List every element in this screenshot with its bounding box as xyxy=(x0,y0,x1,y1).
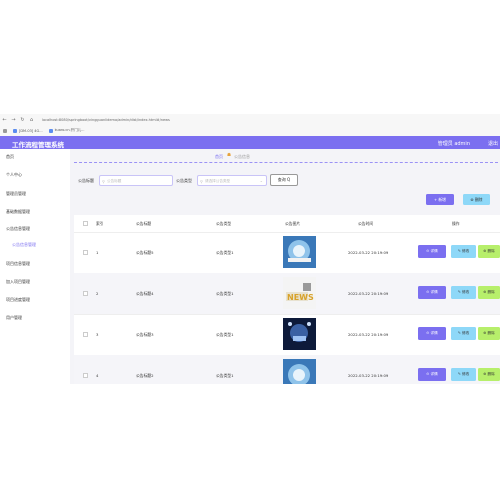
row-index: 3 xyxy=(96,332,99,337)
column-header: 公告时间 xyxy=(358,221,374,226)
add-button[interactable]: + 新增 xyxy=(426,194,454,205)
delete-button[interactable]: ⊗ 删除 xyxy=(478,327,500,340)
search-icon: ⚲ xyxy=(200,178,203,184)
sidebar-item-profile[interactable]: 个人中心 xyxy=(6,172,22,178)
row-time: 2022-03-22 20:19:09 xyxy=(348,373,389,378)
row-time: 2022-03-22 20:19:09 xyxy=(348,250,389,255)
breadcrumb-home[interactable]: 首页 xyxy=(215,154,223,160)
row-checkbox[interactable] xyxy=(83,250,88,255)
bulk-delete-button[interactable]: ⊗ 删除 xyxy=(463,194,490,205)
row-time: 2022-03-22 20:19:09 xyxy=(348,332,389,337)
delete-button[interactable]: ⊗ 删除 xyxy=(478,368,500,381)
delete-button[interactable]: ⊗ 删除 xyxy=(478,286,500,299)
logout-link[interactable]: 退出 xyxy=(488,140,498,147)
column-header: 公告类型 xyxy=(216,221,232,226)
row-title: 公告标题2 xyxy=(136,373,154,378)
row-type: 公告类型1 xyxy=(216,332,234,337)
search-icon: ⚲ xyxy=(102,178,105,184)
row-title: 公告标题4 xyxy=(136,291,154,296)
title-search-input[interactable]: ⚲ 公告标题 xyxy=(99,175,173,186)
reload-icon[interactable]: ↻ xyxy=(18,117,27,123)
sidebar: 首页 个人中心 管理员管理 基础数据管理 公告信息管理 公告信息管理 项目信息管… xyxy=(0,149,70,384)
row-index: 2 xyxy=(96,291,99,296)
admin-name: 管理员 admin xyxy=(437,141,470,147)
row-index: 1 xyxy=(96,250,99,255)
table-row: 2 公告标题4 公告类型1 NEWS 2022-03-22 20:19:09 ⊙… xyxy=(74,273,500,315)
column-header: 操作 xyxy=(452,221,460,226)
query-button[interactable]: 查询 Q xyxy=(270,174,298,186)
edit-button[interactable]: ✎ 修改 xyxy=(451,327,476,340)
apps-icon[interactable] xyxy=(3,128,7,133)
forward-icon[interactable]: → xyxy=(9,117,18,123)
row-type: 公告类型1 xyxy=(216,373,234,378)
row-index: 4 xyxy=(96,373,99,378)
breadcrumb-separator-icon: ☗ xyxy=(227,153,232,158)
table-header: 索引 公告标题 公告类型 公告图片 公告时间 操作 xyxy=(74,215,500,233)
sidebar-item-notices[interactable]: 公告信息管理 xyxy=(6,226,30,232)
notice-image xyxy=(283,236,316,268)
sidebar-item-home[interactable]: 首页 xyxy=(6,154,14,160)
breadcrumb-current: 公告信息 xyxy=(234,154,250,159)
detail-button[interactable]: ⊙ 详情 xyxy=(418,286,446,299)
row-time: 2022-03-22 20:19:09 xyxy=(348,291,389,296)
edit-button[interactable]: ✎ 修改 xyxy=(451,286,476,299)
detail-button[interactable]: ⊙ 详情 xyxy=(418,368,446,381)
sidebar-item-projects[interactable]: 项目信息管理 xyxy=(6,261,30,267)
breadcrumb-divider xyxy=(74,162,498,163)
table-row: 1 公告标题5 公告类型1 2022-03-22 20:19:09 ⊙ 详情 ✎… xyxy=(74,232,500,274)
row-title: 公告标题3 xyxy=(136,332,154,337)
top-bar: 工作流程管理系统 管理员 admin 退出 xyxy=(0,136,500,149)
browser-chrome: ← → ↻ ⌂ localhost:8080/springboot/vinggu… xyxy=(0,114,500,137)
home-icon[interactable]: ⌂ xyxy=(27,117,36,123)
back-icon[interactable]: ← xyxy=(0,117,9,123)
notice-image: NEWS xyxy=(283,277,316,309)
svg-text:NEWS: NEWS xyxy=(287,293,314,302)
edit-button[interactable]: ✎ 修改 xyxy=(451,245,476,258)
column-header: 公告图片 xyxy=(285,221,301,226)
url-bar[interactable]: localhost:8080/springboot/vingguanlidemo… xyxy=(42,118,170,122)
bookmarks-bar: [DM-03] 4G... kuaro.cn.开门儿... xyxy=(0,126,500,135)
row-title: 公告标题5 xyxy=(136,250,154,255)
row-checkbox[interactable] xyxy=(83,373,88,378)
detail-button[interactable]: ⊙ 详情 xyxy=(418,327,446,340)
sidebar-item-basic-data[interactable]: 基础数据管理 xyxy=(6,209,30,215)
system-title: 工作流程管理系统 xyxy=(12,141,64,149)
row-checkbox[interactable] xyxy=(83,332,88,337)
column-header: 索引 xyxy=(96,221,104,226)
table-row: 3 公告标题3 公告类型1 2022-03-22 20:19:09 ⊙ 详情 ✎… xyxy=(74,314,500,356)
app-window: 工作流程管理系统 管理员 admin 退出 首页 个人中心 管理员管理 基础数据… xyxy=(0,136,500,384)
bookmark-item[interactable]: [DM-03] 4G... xyxy=(13,128,43,133)
detail-button[interactable]: ⊙ 详情 xyxy=(418,245,446,258)
column-header: 公告标题 xyxy=(136,221,152,226)
row-type: 公告类型1 xyxy=(216,291,234,296)
row-type: 公告类型1 xyxy=(216,250,234,255)
bookmark-icon xyxy=(48,128,53,133)
sidebar-item-users[interactable]: 用户管理 xyxy=(6,315,22,321)
type-search-label: 公告类型 xyxy=(176,178,192,183)
type-select[interactable]: ⚲ 请选择公告类型 ⌄ xyxy=(197,175,267,186)
select-all-checkbox[interactable] xyxy=(83,221,88,226)
notice-image xyxy=(283,318,316,350)
notice-table: 索引 公告标题 公告类型 公告图片 公告时间 操作 1 公告标题5 公告类型1 … xyxy=(74,215,500,384)
address-row: ← → ↻ ⌂ localhost:8080/springboot/vinggu… xyxy=(0,114,500,126)
sidebar-item-progress[interactable]: 项目进度管理 xyxy=(6,297,30,303)
edit-button[interactable]: ✎ 修改 xyxy=(451,368,476,381)
delete-button[interactable]: ⊗ 删除 xyxy=(478,245,500,258)
bookmark-item[interactable]: kuaro.cn.开门儿... xyxy=(48,128,85,133)
sidebar-item-join-project[interactable]: 加入项目管理 xyxy=(6,279,30,285)
bookmark-icon xyxy=(13,128,17,133)
sidebar-item-admins[interactable]: 管理员管理 xyxy=(6,191,26,197)
chevron-down-icon: ⌄ xyxy=(259,178,263,183)
sidebar-subitem-notices[interactable]: 公告信息管理 xyxy=(12,242,36,248)
row-checkbox[interactable] xyxy=(83,291,88,296)
table-row: 4 公告标题2 公告类型1 2022-03-22 20:19:09 ⊙ 详情 ✎… xyxy=(74,355,500,384)
notice-image xyxy=(283,359,316,384)
title-search-label: 公告标题 xyxy=(78,178,94,183)
